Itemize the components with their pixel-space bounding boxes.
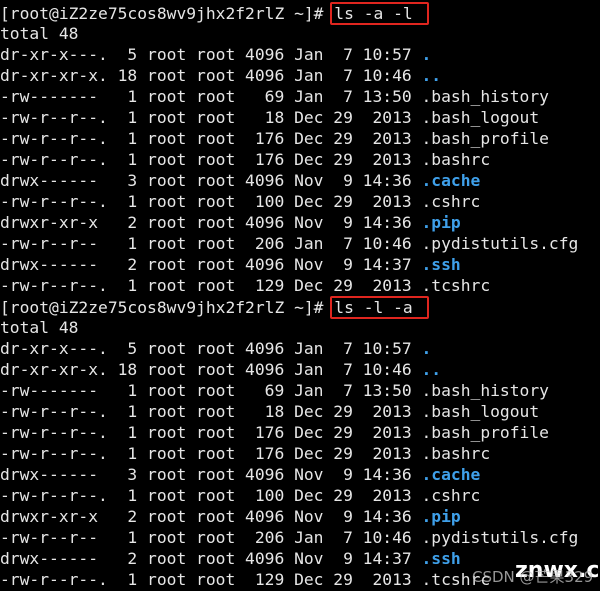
file-metadata: drwx------ 2 root root 4096 Nov 9 14:37: [0, 549, 422, 568]
file-listing-row: -rw-r--r--. 1 root root 18 Dec 29 2013 .…: [0, 107, 578, 128]
file-metadata: -rw-r--r--. 1 root root 18 Dec 29 2013: [0, 108, 422, 127]
shell-prompt: [root@iZ2ze75cos8wv9jhx2f2rlZ ~]#: [0, 298, 334, 317]
file-listing-row: -rw-r--r--. 1 root root 100 Dec 29 2013 …: [0, 485, 578, 506]
file-metadata: dr-xr-xr-x. 18 root root 4096 Jan 7 10:4…: [0, 360, 422, 379]
directory-name: .cache: [421, 171, 481, 190]
file-name: .bash_logout: [421, 108, 540, 127]
shell-prompt: [root@iZ2ze75cos8wv9jhx2f2rlZ ~]#: [0, 4, 334, 23]
file-metadata: drwxr-xr-x 2 root root 4096 Nov 9 14:36: [0, 507, 422, 526]
file-metadata: -rw------- 1 root root 69 Jan 7 13:50: [0, 381, 422, 400]
file-listing-row: -rw-r--r--. 1 root root 18 Dec 29 2013 .…: [0, 401, 578, 422]
file-metadata: -rw-r--r-- 1 root root 206 Jan 7 10:46: [0, 234, 422, 253]
file-name: .bashrc: [421, 150, 491, 169]
directory-name: .: [421, 339, 432, 358]
file-metadata: drwxr-xr-x 2 root root 4096 Nov 9 14:36: [0, 213, 422, 232]
file-name: .pydistutils.cfg: [421, 528, 579, 547]
watermark-author: CSDN @芒果329: [472, 568, 594, 586]
file-name: .bash_logout: [421, 402, 540, 421]
total-line: total 48: [0, 318, 79, 337]
file-listing-row: drwxr-xr-x 2 root root 4096 Nov 9 14:36 …: [0, 506, 578, 527]
file-metadata: -rw-r--r--. 1 root root 176 Dec 29 2013: [0, 129, 422, 148]
file-listing-row: -rw-r--r--. 1 root root 176 Dec 29 2013 …: [0, 443, 578, 464]
file-listing-row: drwx------ 3 root root 4096 Nov 9 14:36 …: [0, 464, 578, 485]
directory-name: .pip: [421, 507, 461, 526]
file-metadata: -rw-r--r--. 1 root root 176 Dec 29 2013: [0, 444, 422, 463]
file-metadata: dr-xr-x---. 5 root root 4096 Jan 7 10:57: [0, 45, 422, 64]
file-listing-row: -rw-r--r-- 1 root root 206 Jan 7 10:46 .…: [0, 233, 578, 254]
file-metadata: dr-xr-xr-x. 18 root root 4096 Jan 7 10:4…: [0, 66, 422, 85]
file-metadata: -rw-r--r--. 1 root root 18 Dec 29 2013: [0, 402, 422, 421]
terminal-output: [root@iZ2ze75cos8wv9jhx2f2rlZ ~]# ls -a …: [0, 2, 578, 590]
file-metadata: -rw-r--r--. 1 root root 100 Dec 29 2013: [0, 486, 422, 505]
file-listing-row: -rw------- 1 root root 69 Jan 7 13:50 .b…: [0, 380, 578, 401]
directory-name: .: [421, 45, 432, 64]
highlighted-command: ls -a -l: [330, 2, 429, 25]
file-listing-row: -rw------- 1 root root 69 Jan 7 13:50 .b…: [0, 86, 578, 107]
file-name: .bash_profile: [421, 423, 549, 442]
file-listing-row: dr-xr-x---. 5 root root 4096 Jan 7 10:57…: [0, 44, 578, 65]
file-metadata: -rw-r--r--. 1 root root 129 Dec 29 2013: [0, 570, 422, 589]
file-name: .bash_history: [421, 87, 549, 106]
directory-name: ..: [421, 360, 442, 379]
prompt-line: [root@iZ2ze75cos8wv9jhx2f2rlZ ~]# ls -a …: [0, 2, 578, 25]
file-name: .cshrc: [421, 486, 481, 505]
file-name: .tcshrc: [421, 276, 491, 295]
prompt-line: [root@iZ2ze75cos8wv9jhx2f2rlZ ~]# ls -l …: [0, 296, 578, 319]
file-metadata: drwx------ 3 root root 4096 Nov 9 14:36: [0, 171, 422, 190]
total-line: total 48: [0, 24, 79, 43]
file-metadata: -rw-r--r--. 1 root root 100 Dec 29 2013: [0, 192, 422, 211]
file-name: .pydistutils.cfg: [421, 234, 579, 253]
file-listing-row: dr-xr-xr-x. 18 root root 4096 Jan 7 10:4…: [0, 359, 578, 380]
file-metadata: drwx------ 2 root root 4096 Nov 9 14:37: [0, 255, 422, 274]
file-listing-row: -rw-r--r--. 1 root root 176 Dec 29 2013 …: [0, 422, 578, 443]
file-metadata: dr-xr-x---. 5 root root 4096 Jan 7 10:57: [0, 339, 422, 358]
directory-name: .ssh: [421, 255, 461, 274]
file-listing-row: -rw-r--r--. 1 root root 176 Dec 29 2013 …: [0, 149, 578, 170]
directory-name: .ssh: [421, 549, 461, 568]
file-name: .cshrc: [421, 192, 481, 211]
file-metadata: -rw-r--r--. 1 root root 129 Dec 29 2013: [0, 276, 422, 295]
file-metadata: -rw-r--r--. 1 root root 176 Dec 29 2013: [0, 150, 422, 169]
directory-name: .cache: [421, 465, 481, 484]
highlighted-command: ls -l -a: [330, 296, 429, 319]
directory-name: .pip: [421, 213, 461, 232]
file-listing-row: drwx------ 2 root root 4096 Nov 9 14:37 …: [0, 254, 578, 275]
file-listing-row: -rw-r--r--. 1 root root 100 Dec 29 2013 …: [0, 191, 578, 212]
file-listing-row: -rw-r--r--. 1 root root 129 Dec 29 2013 …: [0, 275, 578, 296]
file-listing-row: -rw-r--r-- 1 root root 206 Jan 7 10:46 .…: [0, 527, 578, 548]
file-listing-row: drwx------ 3 root root 4096 Nov 9 14:36 …: [0, 170, 578, 191]
file-metadata: drwx------ 3 root root 4096 Nov 9 14:36: [0, 465, 422, 484]
file-name: .bash_history: [421, 381, 549, 400]
file-listing-row: dr-xr-xr-x. 18 root root 4096 Jan 7 10:4…: [0, 65, 578, 86]
file-name: .bashrc: [421, 444, 491, 463]
file-listing-row: -rw-r--r--. 1 root root 176 Dec 29 2013 …: [0, 128, 578, 149]
file-metadata: -rw------- 1 root root 69 Jan 7 13:50: [0, 87, 422, 106]
file-name: .bash_profile: [421, 129, 549, 148]
directory-name: ..: [421, 66, 442, 85]
file-listing-row: drwxr-xr-x 2 root root 4096 Nov 9 14:36 …: [0, 212, 578, 233]
file-metadata: -rw-r--r--. 1 root root 176 Dec 29 2013: [0, 423, 422, 442]
file-metadata: -rw-r--r-- 1 root root 206 Jan 7 10:46: [0, 528, 422, 547]
file-listing-row: dr-xr-x---. 5 root root 4096 Jan 7 10:57…: [0, 338, 578, 359]
